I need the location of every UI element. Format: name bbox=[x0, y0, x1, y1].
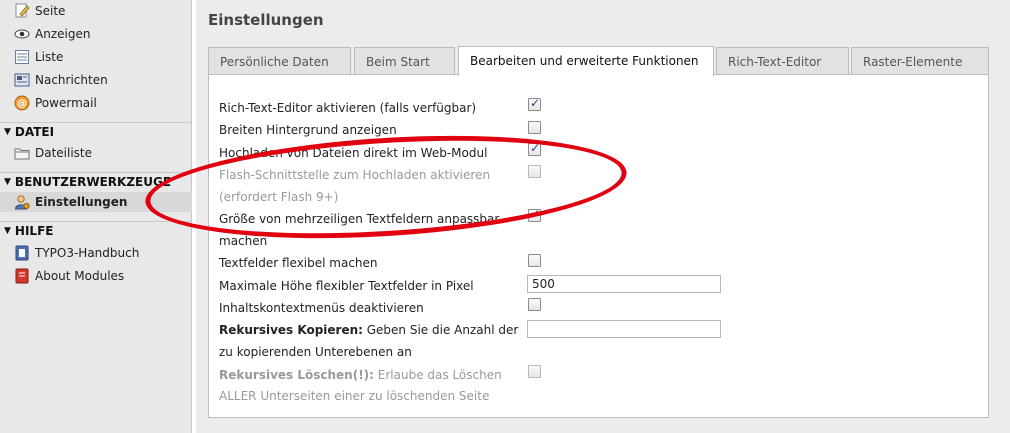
setting-label: Textfelder flexibel machen bbox=[219, 256, 378, 270]
setting-label-bold: Rekursives Kopieren: bbox=[219, 323, 363, 337]
tab-beim-start[interactable]: Beim Start bbox=[354, 47, 455, 75]
tab-label: Persönliche Daten bbox=[220, 55, 329, 69]
sidebar-item-about-modules[interactable]: About Modules bbox=[14, 266, 124, 286]
sidebar-item-nachrichten[interactable]: Nachrichten bbox=[14, 70, 108, 90]
setting-label-text: Erlaube das Löschen bbox=[373, 368, 502, 382]
news-icon bbox=[14, 72, 30, 88]
tab-label: Rich-Text-Editor bbox=[728, 55, 822, 69]
book-icon bbox=[14, 268, 30, 284]
tab-label: Raster-Elemente bbox=[863, 55, 963, 69]
section-title: DATEI bbox=[14, 125, 55, 139]
disable-context-menu-checkbox[interactable] bbox=[528, 298, 541, 311]
settings-panel: Rich-Text-Editor aktivieren (falls verfü… bbox=[208, 74, 989, 418]
sidebar-item-typo3-handbuch[interactable]: TYPO3-Handbuch bbox=[14, 243, 139, 263]
setting-label-bold: Rekursives Löschen(!): bbox=[219, 368, 374, 382]
list-icon bbox=[14, 49, 30, 65]
sidebar-item-label: TYPO3-Handbuch bbox=[35, 246, 140, 260]
tab-label: Beim Start bbox=[366, 55, 430, 69]
sidebar-section-benutzerwerkzeuge[interactable]: ▼ BENUTZERWERKZEUGE bbox=[0, 172, 192, 191]
tab-rich-text-editor[interactable]: Rich-Text-Editor bbox=[716, 47, 849, 75]
setting-label-cont: machen bbox=[219, 234, 268, 248]
tab-persoenliche-daten[interactable]: Persönliche Daten bbox=[208, 47, 351, 75]
rte-enable-checkbox[interactable] bbox=[528, 96, 541, 111]
wide-background-checkbox[interactable] bbox=[528, 121, 541, 134]
powermail-icon: @ bbox=[14, 95, 30, 111]
sidebar-item-seite[interactable]: Seite bbox=[14, 1, 65, 21]
section-title: HILFE bbox=[14, 224, 54, 238]
sidebar-item-anzeigen[interactable]: Anzeigen bbox=[14, 24, 90, 44]
sidebar-item-label: Powermail bbox=[35, 96, 97, 110]
folder-icon bbox=[14, 145, 30, 161]
sidebar-item-label: Seite bbox=[35, 4, 66, 18]
collapse-triangle-icon: ▼ bbox=[4, 226, 11, 236]
page-edit-icon bbox=[14, 3, 30, 19]
flash-upload-checkbox bbox=[528, 165, 541, 178]
manual-icon bbox=[14, 245, 30, 261]
tab-bearbeiten-und-erweiterte-funktionen[interactable]: Bearbeiten und erweiterte Funktionen bbox=[458, 46, 714, 76]
setting-label-text: Geben Sie die Anzahl der bbox=[362, 323, 519, 337]
sidebar-item-liste[interactable]: Liste bbox=[14, 47, 63, 67]
setting-label: Rekursives Löschen(!): Erlaube das Lösch… bbox=[219, 364, 502, 386]
setting-label: Maximale Höhe flexibler Textfelder in Pi… bbox=[219, 279, 474, 293]
recursive-delete-checkbox bbox=[528, 365, 541, 378]
flexible-textfields-checkbox[interactable] bbox=[528, 254, 541, 267]
sidebar-item-label: Anzeigen bbox=[35, 27, 91, 41]
setting-label-cont: ALLER Unterseiten einer zu löschenden Se… bbox=[219, 389, 490, 403]
resize-textareas-checkbox[interactable] bbox=[528, 207, 541, 222]
setting-label-note: (erfordert Flash 9+) bbox=[219, 190, 339, 204]
user-settings-icon bbox=[14, 194, 30, 210]
setting-label: Breiten Hintergrund anzeigen bbox=[219, 123, 397, 137]
sidebar-item-dateiliste[interactable]: Dateiliste bbox=[14, 143, 92, 163]
sidebar-item-label: Dateiliste bbox=[35, 146, 93, 160]
tab-label: Bearbeiten und erweiterte Funktionen bbox=[470, 54, 699, 68]
sidebar-section-datei[interactable]: ▼ DATEI bbox=[0, 122, 192, 141]
setting-label: Größe von mehrzeiligen Textfeldern anpas… bbox=[219, 212, 500, 226]
upload-web-module-checkbox[interactable] bbox=[528, 141, 541, 156]
setting-label: Rich-Text-Editor aktivieren (falls verfü… bbox=[219, 101, 477, 115]
setting-label: Flash-Schnittstelle zum Hochladen aktivi… bbox=[219, 168, 491, 182]
max-textfield-height-input[interactable] bbox=[527, 275, 721, 293]
setting-label-cont: zu kopierenden Unterebenen an bbox=[219, 345, 412, 359]
section-title: BENUTZERWERKZEUGE bbox=[14, 175, 172, 189]
sidebar-item-powermail[interactable]: @ Powermail bbox=[14, 93, 97, 113]
sidebar-item-label: Einstellungen bbox=[35, 195, 128, 209]
page-title: Einstellungen bbox=[208, 11, 324, 29]
module-sidebar: Seite Anzeigen Liste Nachrichten @ Power… bbox=[0, 0, 192, 433]
recursive-copy-input[interactable] bbox=[527, 320, 721, 338]
tab-raster-elemente[interactable]: Raster-Elemente bbox=[851, 47, 989, 75]
collapse-triangle-icon: ▼ bbox=[4, 127, 11, 137]
sidebar-section-hilfe[interactable]: ▼ HILFE bbox=[0, 221, 192, 240]
sidebar-item-label: About Modules bbox=[35, 269, 125, 283]
sidebar-item-label: Liste bbox=[35, 50, 64, 64]
sidebar-item-einstellungen[interactable]: Einstellungen bbox=[0, 192, 192, 212]
sidebar-item-label: Nachrichten bbox=[35, 73, 108, 87]
setting-label: Hochladen von Dateien direkt im Web-Modu… bbox=[219, 146, 488, 160]
content-area: Einstellungen Persönliche Daten Beim Sta… bbox=[196, 0, 1010, 433]
collapse-triangle-icon: ▼ bbox=[4, 177, 11, 187]
setting-label: Rekursives Kopieren: Geben Sie die Anzah… bbox=[219, 319, 518, 341]
setting-label: Inhaltskontextmenüs deaktivieren bbox=[219, 301, 424, 315]
eye-icon bbox=[14, 26, 30, 42]
svg-text:@: @ bbox=[17, 99, 27, 110]
